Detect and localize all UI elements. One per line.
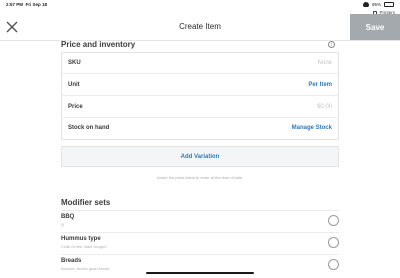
top-bar: Create Item Save [0, 14, 400, 40]
modifier-detail: Chali Gmbh, Bahi Dragon [61, 244, 107, 249]
unit-row[interactable]: Unit Per Item [62, 75, 338, 96]
unit-selector[interactable]: Per Item [308, 82, 332, 88]
unit-label: Unit [68, 82, 80, 88]
modifier-checkbox[interactable] [328, 215, 339, 226]
modifier-sets-title: Modifier sets [61, 198, 111, 207]
price-inventory-title: Price and inventory [61, 40, 136, 49]
modifier-checkbox[interactable] [328, 259, 339, 270]
price-inventory-card: SKU None Unit Per Item Price $0.00 Stock… [61, 52, 339, 140]
sku-row[interactable]: SKU None [62, 53, 338, 74]
status-bar: 2:57 PM Fri Sep 18 95% [0, 0, 400, 10]
manage-stock-link[interactable]: Manage Stock [292, 125, 332, 131]
modifier-detail: Q [61, 222, 65, 227]
wifi-icon [362, 2, 369, 7]
add-variation-button[interactable]: Add Variation [61, 146, 339, 167]
status-time-value: 2:57 PM [6, 2, 24, 7]
price-input[interactable]: $0.00 [317, 104, 332, 110]
battery-icon [384, 2, 394, 7]
home-indicator[interactable] [146, 272, 254, 274]
battery-percent: 95% [371, 2, 381, 7]
modifier-checkbox[interactable] [328, 237, 339, 248]
info-icon[interactable]: i [328, 41, 335, 48]
price-row[interactable]: Price $0.00 [62, 97, 338, 118]
page-title: Create Item [179, 22, 221, 31]
price-helper-text: Leave the price blank to enter at the ti… [156, 175, 244, 180]
modifier-list: BBQ Q Hummus type Chali Gmbh, Bahi Drago… [61, 210, 339, 276]
stock-label: Stock on hand [68, 125, 110, 131]
modifier-item-hummus-type[interactable]: Hummus type Chali Gmbh, Bahi Dragon [61, 232, 339, 254]
modifier-name: Hummus type [61, 236, 101, 242]
stock-row[interactable]: Stock on hand Manage Stock [62, 118, 338, 139]
header-divider [0, 40, 400, 41]
modifier-name: BBQ [61, 214, 75, 220]
status-date: Fri Sep 18 [25, 2, 48, 7]
sku-input[interactable]: None [318, 60, 332, 66]
modifier-name: Breads [61, 258, 82, 264]
modifier-item-bbq[interactable]: BBQ Q [61, 210, 339, 232]
sku-label: SKU [68, 60, 81, 66]
modifier-detail: Brioche, brown grain bread [61, 266, 110, 271]
save-button[interactable]: Save [350, 14, 400, 40]
status-time: 2:57 PM Fri Sep 18 [6, 2, 47, 7]
status-indicators: 95% [362, 2, 394, 7]
price-label: Price [68, 104, 83, 110]
